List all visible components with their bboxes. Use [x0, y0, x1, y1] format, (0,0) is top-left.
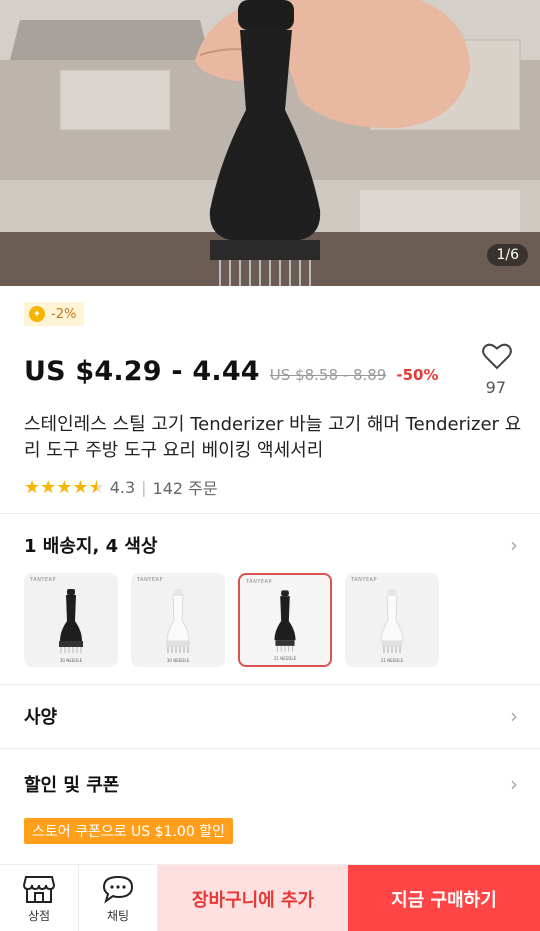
tenderizer-white-image — [166, 589, 190, 653]
rating-stars: ★ ★ ★ ★ ★ — [24, 476, 105, 498]
divider — [0, 748, 540, 749]
divider — [0, 684, 540, 685]
current-price: US $4.29 - 4.44 — [24, 356, 260, 387]
chevron-right-icon: › — [510, 772, 518, 796]
variant-thumb-1[interactable]: TANYEAP 30 NEEDLE — [24, 573, 118, 667]
thumb-label: 30 NEEDLE — [59, 658, 83, 663]
chevron-right-icon: › — [510, 533, 518, 557]
discount-percent: -50% — [396, 366, 439, 384]
star-icon: ★ — [72, 476, 88, 498]
specs-row[interactable]: 사양 › — [24, 703, 518, 729]
store-icon — [23, 875, 55, 903]
variant-thumb-2[interactable]: TANYEAP 30 NEEDLE — [131, 573, 225, 667]
variant-section-title: 1 배송지, 4 색상 — [24, 536, 158, 557]
product-photo — [0, 0, 540, 286]
variant-thumb-3-selected[interactable]: TANYEAP 21 NEEDLE — [238, 573, 332, 667]
store-label: 상점 — [27, 908, 51, 923]
rating-row[interactable]: ★ ★ ★ ★ ★ 4.3 | 142 주문 — [24, 475, 218, 499]
add-to-cart-button[interactable]: 장바구니에 추가 — [158, 865, 348, 931]
thumb-label: 30 NEEDLE — [166, 658, 190, 663]
half-star-icon: ★ — [89, 477, 105, 498]
coupons-title: 할인 및 쿠폰 — [24, 775, 120, 796]
rating-separator: | — [141, 477, 147, 497]
variant-section-header[interactable]: 1 배송지, 4 색상 › — [24, 532, 518, 558]
rating-value: 4.3 — [109, 477, 136, 497]
order-count: 142 주문 — [152, 479, 218, 498]
bottom-action-bar: 상점 채팅 장바구니에 추가 지금 구매하기 — [0, 864, 540, 931]
divider — [0, 513, 540, 514]
tenderizer-black-image — [274, 590, 296, 652]
variant-thumbnails: TANYEAP 30 NEEDLE TANYEAP 30 NEEDLE TANY… — [24, 573, 439, 667]
product-image-carousel[interactable]: 1/6 — [0, 0, 540, 286]
heart-icon — [482, 343, 512, 370]
coin-icon: ✦ — [29, 306, 45, 322]
buy-now-button[interactable]: 지금 구매하기 — [348, 865, 540, 931]
wishlist-button[interactable] — [482, 342, 512, 374]
image-counter: 1/6 — [487, 244, 528, 266]
product-title: 스테인레스 스틸 고기 Tenderizer 바늘 고기 해머 Tenderiz… — [24, 414, 522, 461]
chat-button[interactable]: 채팅 — [79, 865, 158, 931]
star-icon: ★ — [40, 476, 56, 498]
coin-discount-badge: ✦ -2% — [24, 302, 85, 326]
specs-title: 사양 — [24, 707, 58, 728]
thumb-label: 21 NEEDLE — [273, 656, 297, 661]
chat-label: 채팅 — [106, 908, 130, 923]
chevron-right-icon: › — [510, 704, 518, 728]
variant-thumb-4[interactable]: TANYEAP 21 NEEDLE — [345, 573, 439, 667]
thumb-label: 21 NEEDLE — [380, 658, 404, 663]
coupons-row[interactable]: 할인 및 쿠폰 › — [24, 771, 518, 797]
wishlist-count: 97 — [485, 378, 506, 397]
store-coupon-badge[interactable]: 스토어 쿠폰으로 US $1.00 할인 — [24, 818, 233, 844]
star-icon: ★ — [24, 476, 40, 498]
price-row: US $4.29 - 4.44 US $8.58 - 8.89 -50% — [24, 356, 439, 387]
tenderizer-white-image — [380, 589, 404, 653]
star-icon: ★ — [56, 476, 72, 498]
chat-icon — [102, 875, 134, 903]
store-button[interactable]: 상점 — [0, 865, 79, 931]
coin-discount-text: -2% — [51, 306, 77, 322]
tenderizer-black-image — [59, 589, 83, 653]
original-price: US $8.58 - 8.89 — [269, 366, 387, 384]
